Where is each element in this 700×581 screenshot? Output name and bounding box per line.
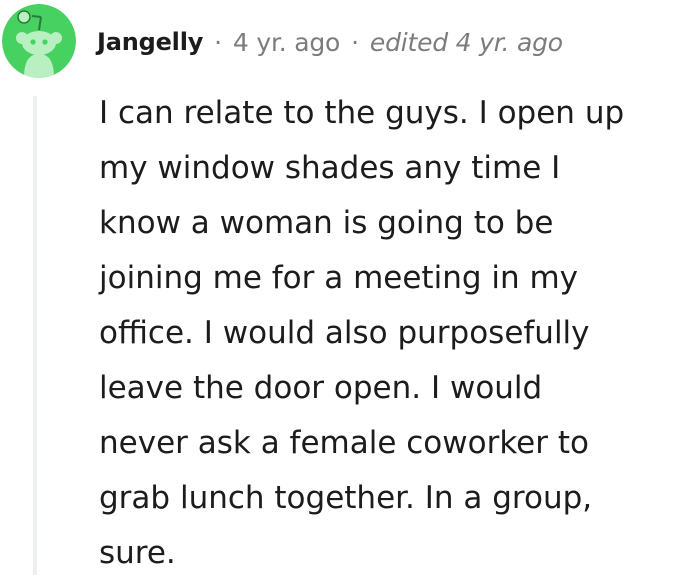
comment-text-line: know a woman is going to be <box>99 205 554 241</box>
snoo-avatar-icon[interactable] <box>2 4 76 78</box>
comment-text-line: never ask a female coworker to <box>99 425 589 461</box>
comment-edited: edited 4 yr. ago <box>369 27 563 57</box>
comment-author[interactable]: Jangelly <box>97 28 203 56</box>
comment-text-line: I can relate to the guys. I open up <box>99 95 625 131</box>
comment-body: I can relate to the guys. I open up my w… <box>99 86 689 581</box>
comment-header: Jangelly · 4 yr. ago · edited 4 yr. ago <box>0 0 700 84</box>
comment-text-line: leave the door open. I would <box>99 370 543 406</box>
comment-text-line: sure. <box>99 535 176 571</box>
comment-text-line: my window shades any time I <box>99 150 561 186</box>
meta-separator: · <box>214 27 222 57</box>
comment-age[interactable]: 4 yr. ago <box>233 28 340 57</box>
comment-text-line: office. I would also purposefully <box>99 315 590 351</box>
comment-meta: Jangelly · 4 yr. ago · edited 4 yr. ago <box>97 22 563 62</box>
thread-collapse-line[interactable] <box>33 96 37 575</box>
comment-text-line: grab lunch together. In a group, <box>99 480 593 516</box>
meta-separator: · <box>351 27 359 57</box>
comment-text-line: joining me for a meeting in my <box>99 260 579 296</box>
